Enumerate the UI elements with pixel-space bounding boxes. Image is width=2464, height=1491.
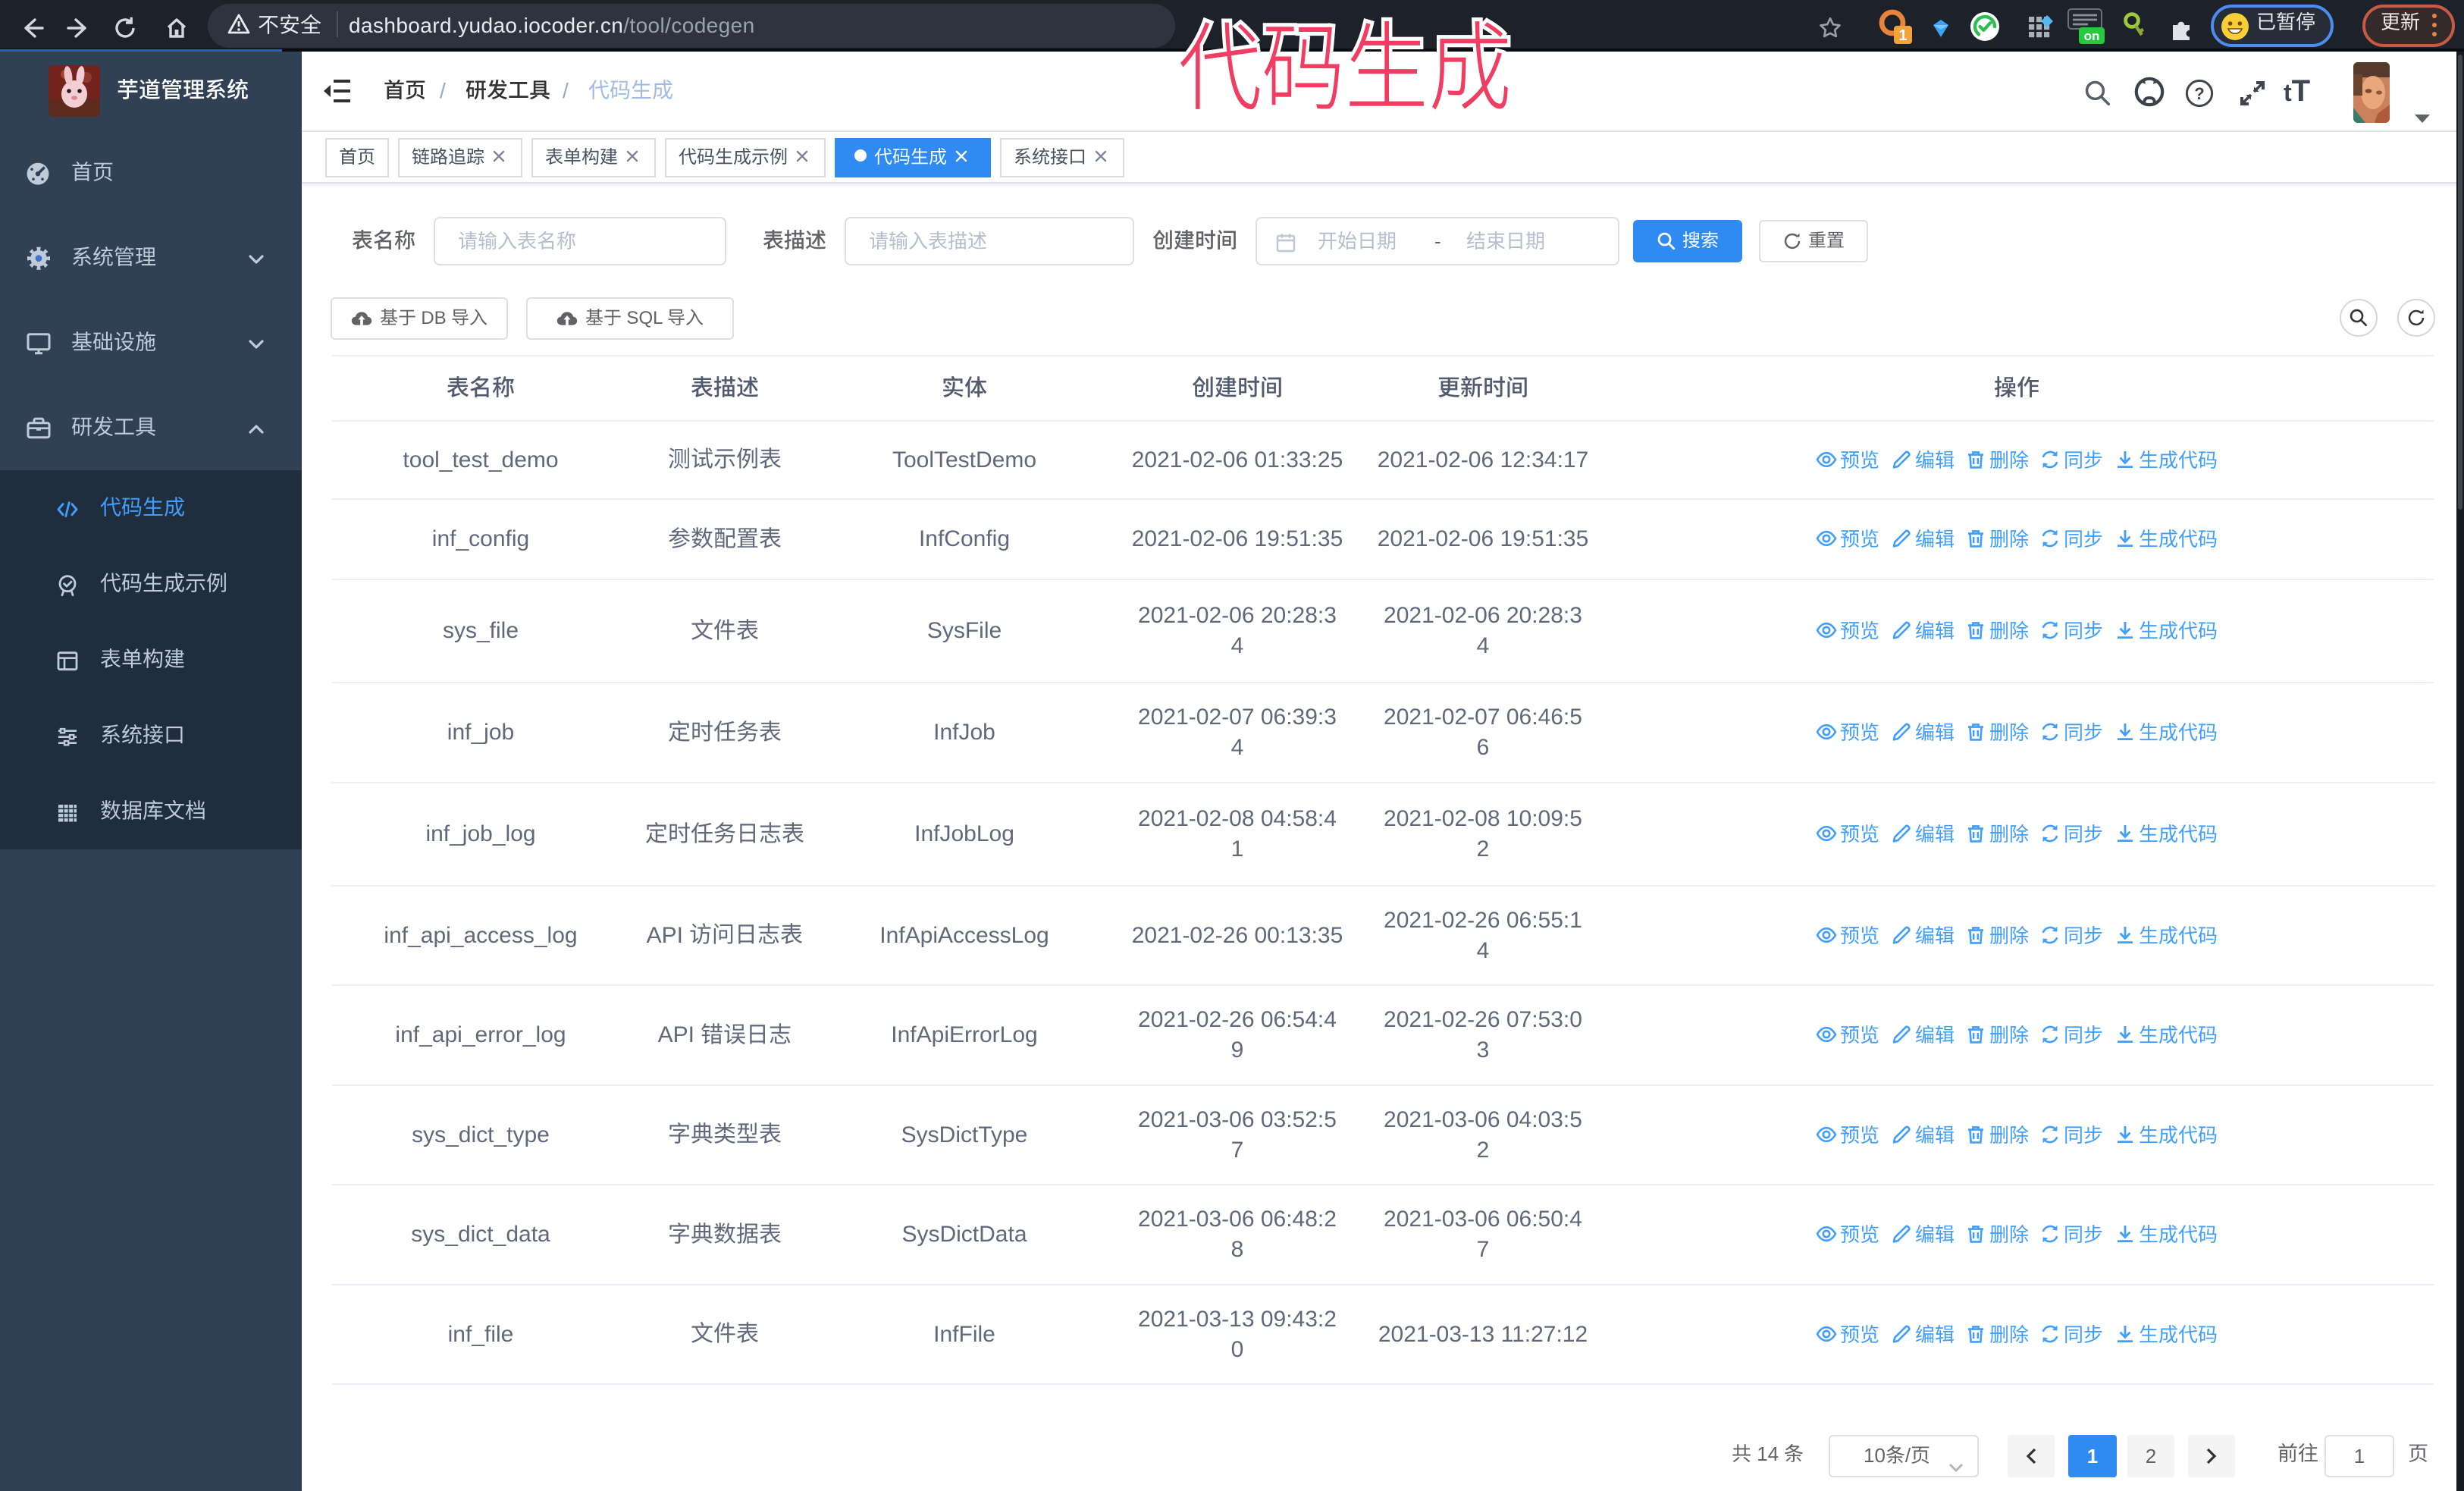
svg-text:?: ? xyxy=(2194,84,2204,103)
svg-text:on: on xyxy=(2084,29,2100,43)
svg-text:1: 1 xyxy=(1898,27,1907,44)
